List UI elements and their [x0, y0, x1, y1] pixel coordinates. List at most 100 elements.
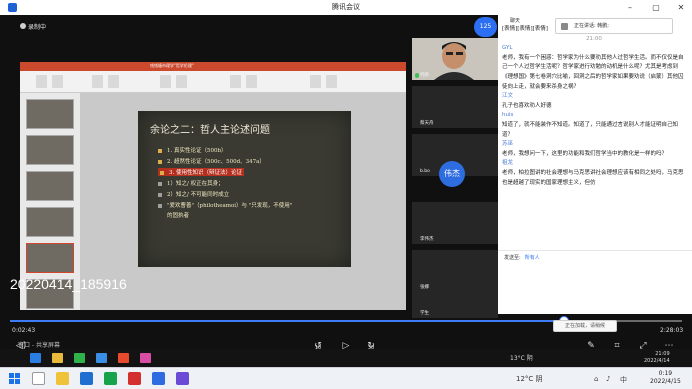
chat-timestamp: 21:00 — [586, 35, 602, 42]
folder-icon — [52, 353, 63, 363]
ribbon-button — [92, 75, 103, 88]
recorded-date: 2022/4/14 — [644, 358, 670, 364]
chat-sender: GYL — [502, 45, 513, 52]
taskbar-date: 2022/4/15 — [650, 378, 681, 385]
slide-thumbnail — [26, 99, 74, 129]
share-caption: 窗口 - 共享屏幕 — [18, 342, 60, 349]
chat-messages[interactable]: [表情][表情][表情] 21:00 GYL 老师，我有一个困惑：哲学家为什么要… — [502, 25, 686, 261]
ribbon-button — [326, 75, 337, 88]
app-icon — [74, 353, 85, 363]
chat-message-text: 老师，我想问一下，这里的功能和我们哲学当中的教化是一样的吗？ — [502, 150, 668, 157]
taskbar-weather[interactable]: 12°C 阴 — [516, 374, 543, 384]
windows-start-icon[interactable] — [9, 373, 21, 385]
slide-bullet-text: 3. 使用性知识（辩证法）论证 — [169, 170, 242, 176]
speaker-icon — [561, 23, 568, 30]
chat-message-text: 老师，柏拉图讲的社会理想与马克思讲社会理想应该有相同之处吗，马克思也是超越了现实… — [502, 169, 684, 186]
total-time: 2:28:03 — [660, 327, 684, 334]
slide-bullet: 1）知之/ 权正在其身； — [158, 179, 224, 187]
app-icon — [140, 353, 151, 363]
ribbon-button — [310, 75, 321, 88]
slide-bullet-text: 1. 真实性论证（500b） — [167, 148, 227, 154]
ribbon-button — [108, 75, 119, 88]
ribbon-button — [36, 75, 47, 88]
minimize-button[interactable]: – — [623, 2, 637, 13]
slide-thumbnail — [26, 171, 74, 201]
slide-bullet-continuation: 的固执者 — [167, 213, 190, 219]
screen: 腾讯会议 – ▢ ✕ 录制中 钱钱塘市理学"哲学伦理" 余论之二：哲人主论述问题… — [0, 0, 692, 389]
participant-tile[interactable]: 蔡天舟 — [412, 86, 498, 128]
bullet-marker — [160, 170, 164, 175]
participant-tile[interactable]: 张娜 — [412, 250, 498, 292]
ribbon-button — [176, 75, 187, 88]
bullet-marker — [158, 159, 162, 164]
app-icon — [96, 353, 107, 363]
app-icon[interactable] — [176, 372, 189, 385]
slide: 余论之二：哲人主论述问题 1. 真实性论证（500b） 2. 超然性论证（500… — [138, 111, 351, 267]
slide-bullet-text: "爱欢曹善"（philotheamoi）与 "只发现，不使用" — [167, 203, 293, 209]
send-to-label: 发送至: — [504, 255, 521, 261]
slide-bullet: "爱欢曹善"（philotheamoi）与 "只发现，不使用" — [158, 201, 292, 209]
recorded-taskbar: 13°C 阴 21:09 2022/4/14 — [0, 349, 692, 367]
progress-fill — [10, 320, 565, 322]
send-to-dropdown[interactable]: 所有人 — [525, 255, 540, 261]
restore-button[interactable]: ▢ — [649, 2, 663, 13]
participant-name: 李伟杰 — [420, 237, 434, 242]
recording-label: 录制中 — [28, 24, 47, 31]
ribbon-button — [160, 75, 171, 88]
windows-taskbar: 12°C 阴 ⌂ ♪ 中 0:19 2022/4/15 — [0, 367, 692, 389]
ribbon-button — [52, 75, 63, 88]
current-time: 0:02:43 — [12, 327, 36, 334]
app-icon — [30, 353, 41, 363]
wechat-icon[interactable] — [104, 372, 117, 385]
input-method-indicator[interactable]: 中 — [620, 375, 627, 385]
loading-tooltip: 正在加载，请稍候 — [553, 320, 617, 332]
slide-bullet: 2. 超然性论证（500c、500d、347a） — [158, 157, 265, 165]
bullet-marker — [158, 192, 162, 197]
bullet-marker — [158, 203, 162, 208]
chat-message-text: 孔子也喜欢劝人好德 — [502, 102, 552, 109]
recorded-clock: 21:09 2022/4/14 — [644, 351, 670, 365]
window-title: 腾讯会议 — [332, 3, 360, 11]
participant-name: 蔡天舟 — [420, 121, 434, 126]
participant-tile[interactable]: 学生 — [412, 290, 498, 318]
bullet-marker — [158, 181, 162, 186]
app-icon[interactable] — [152, 372, 165, 385]
participant-name: 学生 — [420, 311, 429, 316]
chat-sender: huis — [502, 112, 514, 119]
search-icon[interactable] — [32, 372, 45, 385]
mic-on-icon — [415, 73, 419, 78]
speaking-indicator: 正在讲话: 韩鹏; — [555, 18, 673, 34]
ppt-title: 钱钱塘市理学"哲学伦理" — [150, 63, 194, 68]
file-explorer-icon[interactable] — [56, 372, 69, 385]
participant-tile[interactable]: 李伟杰 — [412, 202, 498, 244]
slide-title: 余论之二：哲人主论述问题 — [150, 125, 270, 136]
slide-thumbnail — [26, 207, 74, 237]
network-icon[interactable]: ⌂ — [594, 375, 598, 383]
slide-thumbnail — [26, 135, 74, 165]
slide-bullet-text: 2）知之/ 不可能同时成立 — [167, 192, 230, 198]
slide-bullet-highlighted: 3. 使用性知识（辩证法）论证 — [158, 168, 244, 176]
window-titlebar: 腾讯会议 – ▢ ✕ — [0, 0, 692, 15]
slide-bullet-text: 2. 超然性论证（500c、500d、347a） — [167, 159, 265, 165]
recorded-time: 21:09 — [655, 351, 670, 357]
chat-sender: 苏巫 — [502, 141, 514, 148]
chat-sender: 祖龙 — [502, 160, 514, 167]
chat-message-text: 知道了，就不能装作不知道。知道了，只能通过言说别人才能证明自己知道？ — [502, 121, 679, 138]
volume-tray-icon[interactable]: ♪ — [606, 375, 610, 383]
participant-avatar: 伟杰 — [439, 161, 465, 187]
slide-bullet-text: 1）知之/ 权正在其身； — [167, 181, 224, 187]
app-icon[interactable] — [128, 372, 141, 385]
ppt-titlebar: 钱钱塘市理学"哲学伦理" — [20, 62, 406, 71]
participant-name: 韩鹏 — [420, 73, 429, 78]
ppt-ribbon — [20, 71, 406, 93]
video-filename: 2022041​4_185916 — [10, 276, 127, 292]
slide-thumbnail-selected — [26, 243, 74, 273]
close-button[interactable]: ✕ — [674, 2, 688, 13]
chat-input[interactable] — [498, 264, 692, 314]
participant-tile[interactable]: 韩鹏 — [412, 38, 498, 80]
taskbar-clock[interactable]: 0:19 2022/4/15 — [650, 370, 681, 386]
mail-icon[interactable] — [80, 372, 93, 385]
chat-panel: 聊天 [表情][表情][表情] 21:00 GYL 老师，我有一个困惑：哲学家为… — [498, 15, 692, 265]
slide-bullet: 2）知之/ 不可能同时成立 — [158, 190, 229, 198]
participant-tile[interactable]: 伟杰 — [412, 159, 498, 189]
